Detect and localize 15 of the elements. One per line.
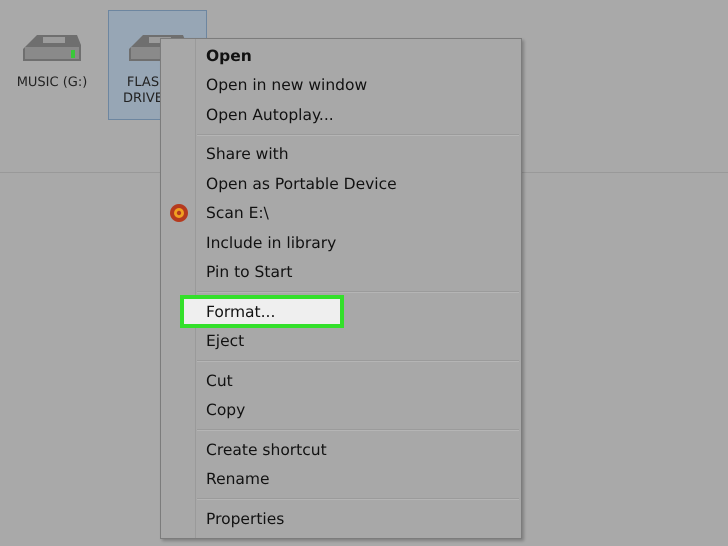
drive-item[interactable]: MUSIC (G:) xyxy=(8,10,96,120)
menu-item[interactable]: Eject xyxy=(161,326,521,356)
menu-item[interactable]: Create shortcut xyxy=(161,435,521,464)
menu-item[interactable]: Include in library xyxy=(161,228,521,258)
menu-item[interactable]: Open as Portable Device xyxy=(161,169,521,198)
menu-item[interactable]: Cut xyxy=(161,366,521,396)
menu-item[interactable]: Rename xyxy=(161,464,521,494)
menu-item[interactable]: Share with xyxy=(161,140,521,169)
menu-item[interactable]: Scan E:\ xyxy=(161,198,521,228)
drive-label: FLAS DRIVE xyxy=(122,75,164,106)
menu-item[interactable]: Properties xyxy=(161,504,521,534)
menu-item[interactable]: Copy xyxy=(161,396,521,425)
menu-item[interactable]: Pin to Start xyxy=(161,258,521,287)
menu-item[interactable]: Format... xyxy=(161,297,521,326)
drive-label: MUSIC (G:) xyxy=(16,75,88,91)
